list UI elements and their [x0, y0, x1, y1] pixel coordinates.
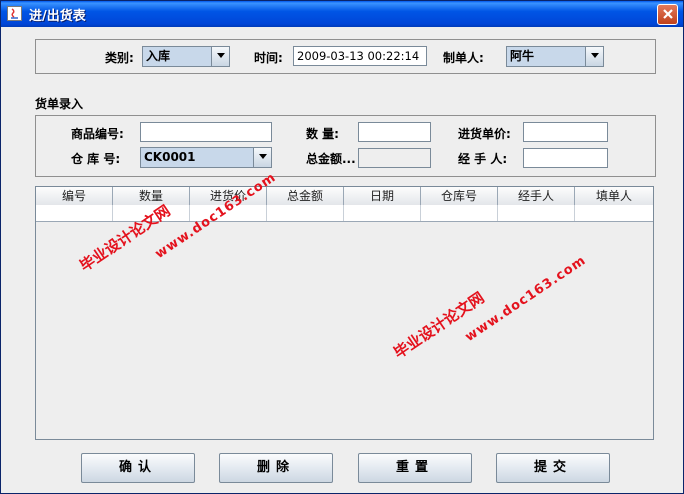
submit-button[interactable]: 提交 — [496, 453, 610, 483]
table-header: 编号 数量 进货价 总金额 日期 仓库号 经手人 填单人 — [36, 187, 653, 206]
time-field[interactable]: 2009-03-13 00:22:14 — [293, 46, 427, 66]
product-code-field[interactable] — [140, 122, 272, 142]
category-label: 类别: — [105, 51, 134, 65]
table-cell[interactable] — [421, 205, 498, 221]
warehouse-label: 仓 库 号: — [71, 152, 121, 166]
app-window: 进/出货表 类别: 入库 时间: 2009-03-13 00:22:14 制单人… — [0, 0, 684, 494]
unit-price-field[interactable] — [523, 122, 608, 142]
category-dropdown-button[interactable] — [211, 47, 229, 66]
table-cell[interactable] — [36, 205, 113, 221]
column-header-warehouse[interactable]: 仓库号 — [421, 187, 498, 205]
table-row[interactable] — [36, 205, 653, 222]
warehouse-value: CK0001 — [144, 150, 196, 164]
unit-price-label: 进货单价: — [458, 127, 511, 141]
close-icon — [662, 9, 673, 19]
handler-label: 经 手 人: — [458, 152, 508, 166]
maker-value: 阿牛 — [510, 49, 535, 63]
window-title: 进/出货表 — [29, 9, 86, 24]
chevron-down-icon — [590, 53, 599, 58]
table-cell[interactable] — [498, 205, 575, 221]
quantity-label: 数 量: — [306, 127, 339, 141]
window-content: 类别: 入库 时间: 2009-03-13 00:22:14 制单人: 阿牛 货… — [1, 27, 683, 493]
entry-section-title: 货单录入 — [35, 97, 84, 111]
close-button[interactable] — [657, 4, 678, 25]
chevron-down-icon — [216, 53, 225, 58]
total-amount-field — [358, 148, 431, 168]
category-value: 入库 — [146, 49, 171, 63]
column-header-date[interactable]: 日期 — [344, 187, 421, 205]
maker-select[interactable]: 阿牛 — [506, 46, 604, 67]
warehouse-dropdown-button[interactable] — [253, 148, 271, 167]
title-bar[interactable]: 进/出货表 — [1, 1, 683, 27]
handler-field[interactable] — [523, 148, 608, 168]
column-header-handler[interactable]: 经手人 — [498, 187, 575, 205]
maker-label: 制单人: — [443, 51, 484, 65]
column-header-filler[interactable]: 填单人 — [575, 187, 653, 205]
reset-button[interactable]: 重置 — [358, 453, 472, 483]
delete-button[interactable]: 删除 — [219, 453, 333, 483]
table-cell[interactable] — [575, 205, 653, 221]
table-cell[interactable] — [267, 205, 344, 221]
column-header-id[interactable]: 编号 — [36, 187, 113, 205]
column-header-quantity[interactable]: 数量 — [113, 187, 190, 205]
table-cell[interactable] — [344, 205, 421, 221]
confirm-button[interactable]: 确认 — [81, 453, 195, 483]
warehouse-select[interactable]: CK0001 — [140, 147, 272, 168]
quantity-field[interactable] — [358, 122, 431, 142]
java-app-icon — [7, 6, 22, 21]
column-header-total[interactable]: 总金额 — [267, 187, 344, 205]
product-code-label: 商品编号: — [71, 127, 124, 141]
chevron-down-icon — [258, 154, 267, 159]
category-select[interactable]: 入库 — [142, 46, 230, 67]
total-amount-label: 总金额... — [306, 152, 356, 166]
maker-dropdown-button[interactable] — [585, 47, 603, 66]
time-label: 时间: — [254, 51, 283, 65]
